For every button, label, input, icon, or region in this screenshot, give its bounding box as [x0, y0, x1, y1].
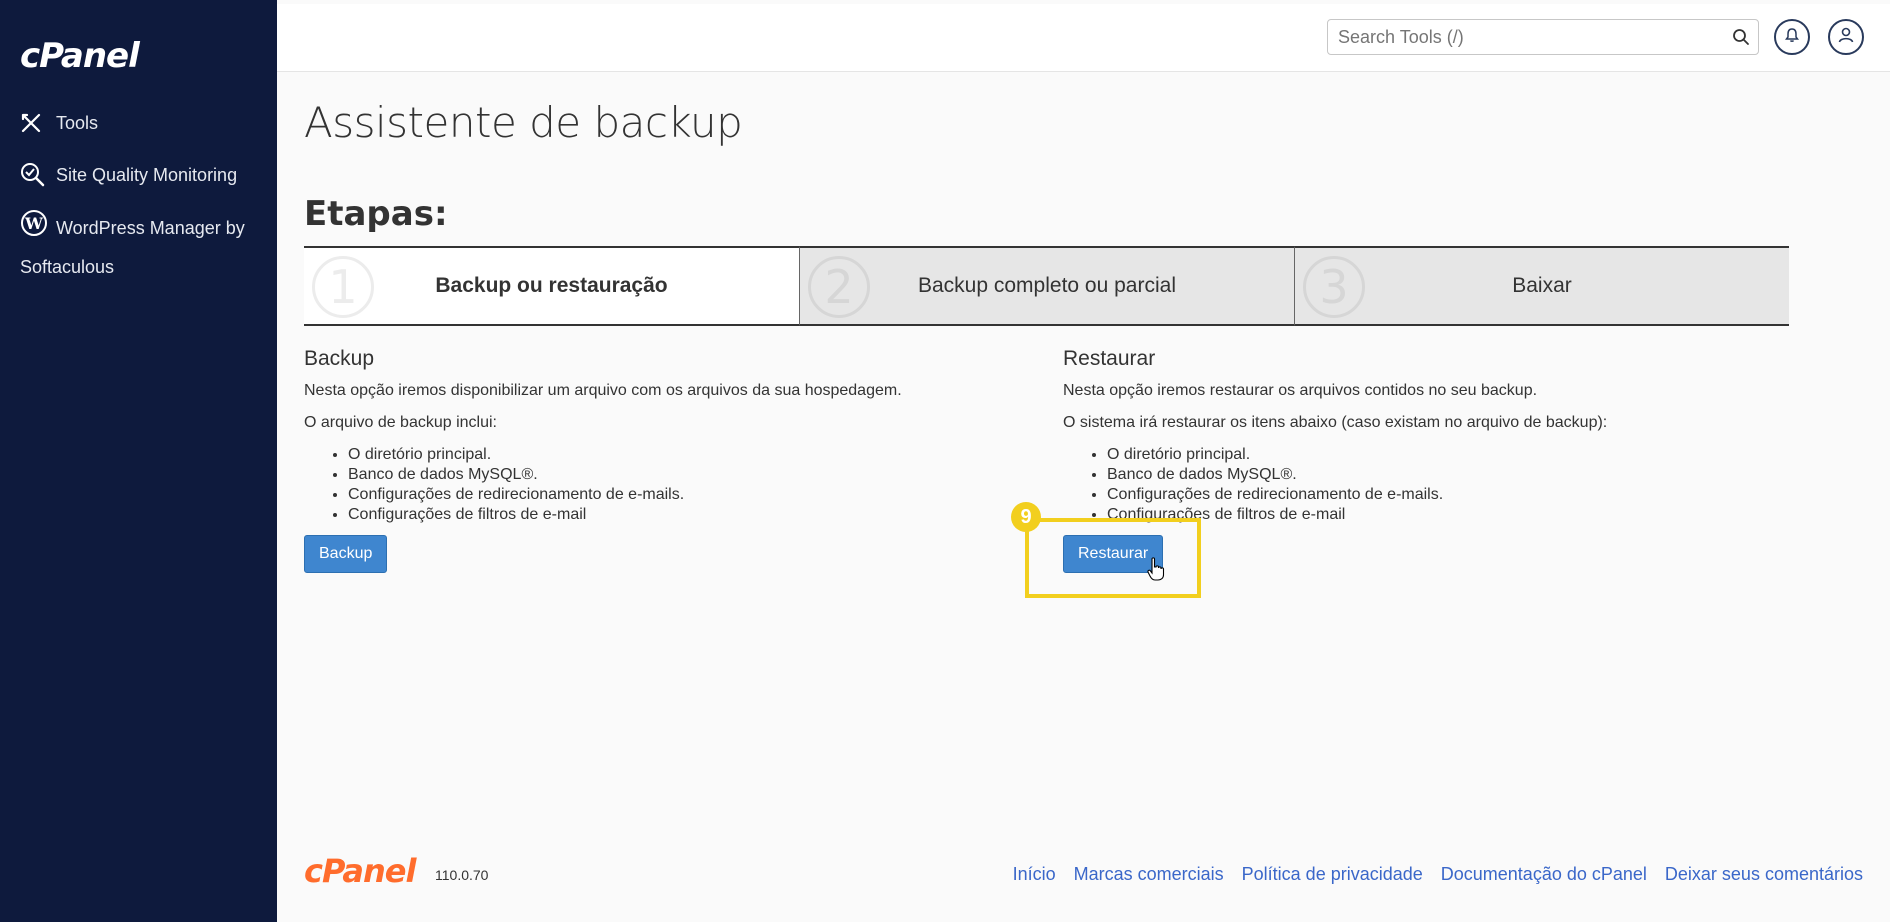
cpanel-logo[interactable]: cPanel	[20, 36, 140, 76]
backup-heading: Backup	[304, 347, 375, 370]
footer-link-privacy[interactable]: Política de privacidade	[1242, 864, 1423, 885]
site-quality-icon	[20, 157, 48, 193]
list-item: O diretório principal.	[348, 445, 1004, 465]
backup-section: Backup Nesta opção iremos disponibilizar…	[304, 347, 1004, 573]
step-number: 1	[312, 256, 374, 318]
step-1: 1 Backup ou restauração	[304, 246, 799, 326]
annotation-highlight-box	[1025, 518, 1201, 598]
step-number: 3	[1303, 256, 1365, 318]
search-input[interactable]	[1328, 20, 1718, 54]
footer-link-docs[interactable]: Documentação do cPanel	[1441, 864, 1647, 885]
page-title: Assistente de backup	[304, 98, 743, 147]
wordpress-icon: W	[20, 209, 48, 249]
list-item: Configurações de redirecionamento de e-m…	[1107, 485, 1763, 505]
step-3: 3 Baixar	[1294, 246, 1789, 326]
sidebar-item-label: WordPress Manager by Softaculous	[20, 217, 245, 277]
sidebar-item-label: Tools	[56, 113, 99, 133]
list-item: Configurações de filtros de e-mail	[1107, 505, 1763, 525]
list-item: O diretório principal.	[1107, 445, 1763, 465]
restore-heading: Restaurar	[1063, 347, 1156, 370]
footer-cpanel-logo: cPanel	[304, 852, 416, 890]
top-header	[277, 4, 1890, 72]
restore-description: Nesta opção iremos restaurar os arquivos…	[1063, 382, 1538, 399]
backup-button[interactable]: Backup	[304, 535, 388, 573]
restore-includes-label: O sistema irá restaurar os itens abaixo …	[1063, 414, 1608, 431]
user-menu-button[interactable]	[1828, 19, 1864, 55]
tools-icon	[20, 105, 48, 141]
list-item: Banco de dados MySQL®.	[348, 465, 1004, 485]
search-box[interactable]	[1327, 19, 1759, 55]
step-number: 2	[808, 256, 870, 318]
sidebar-item-label: Site Quality Monitoring	[56, 165, 238, 185]
search-icon[interactable]	[1732, 28, 1750, 51]
step-label: Backup ou restauração	[435, 274, 668, 297]
footer-link-home[interactable]: Início	[1013, 864, 1056, 885]
footer-link-trademarks[interactable]: Marcas comerciais	[1074, 864, 1224, 885]
steps-bar: 1 Backup ou restauração 2 Backup complet…	[304, 246, 1789, 326]
svg-text:W: W	[24, 214, 44, 233]
sidebar-item-site-quality[interactable]: Site Quality Monitoring	[20, 157, 237, 193]
list-item: Configurações de filtros de e-mail	[348, 505, 1004, 525]
user-icon	[1837, 26, 1855, 49]
sidebar-item-tools[interactable]: Tools	[20, 105, 98, 141]
sidebar: cPanel Tools Site Quality Monitoring W W…	[0, 0, 277, 922]
hand-cursor-icon	[1147, 557, 1165, 586]
step-label: Backup completo ou parcial	[918, 274, 1176, 297]
backup-includes-label: O arquivo de backup inclui:	[304, 414, 497, 431]
steps-title: Etapas:	[304, 194, 448, 234]
main-content: Assistente de backup Etapas: 1 Backup ou…	[277, 72, 1890, 922]
sidebar-item-wordpress[interactable]: W WordPress Manager by Softaculous	[20, 209, 260, 285]
backup-items-list: O diretório principal. Banco de dados My…	[348, 445, 1004, 525]
notifications-button[interactable]	[1774, 19, 1810, 55]
restore-items-list: O diretório principal. Banco de dados My…	[1107, 445, 1763, 525]
version-label: 110.0.70	[435, 867, 489, 883]
step-2: 2 Backup completo ou parcial	[799, 246, 1294, 326]
bell-icon	[1784, 27, 1800, 48]
annotation-step-badge: 9	[1011, 502, 1041, 532]
footer-link-feedback[interactable]: Deixar seus comentários	[1665, 864, 1863, 885]
step-label: Baixar	[1512, 274, 1572, 297]
list-item: Configurações de redirecionamento de e-m…	[348, 485, 1004, 505]
backup-description: Nesta opção iremos disponibilizar um arq…	[304, 382, 902, 399]
footer-links: Início Marcas comerciais Política de pri…	[1013, 864, 1863, 885]
list-item: Banco de dados MySQL®.	[1107, 465, 1763, 485]
